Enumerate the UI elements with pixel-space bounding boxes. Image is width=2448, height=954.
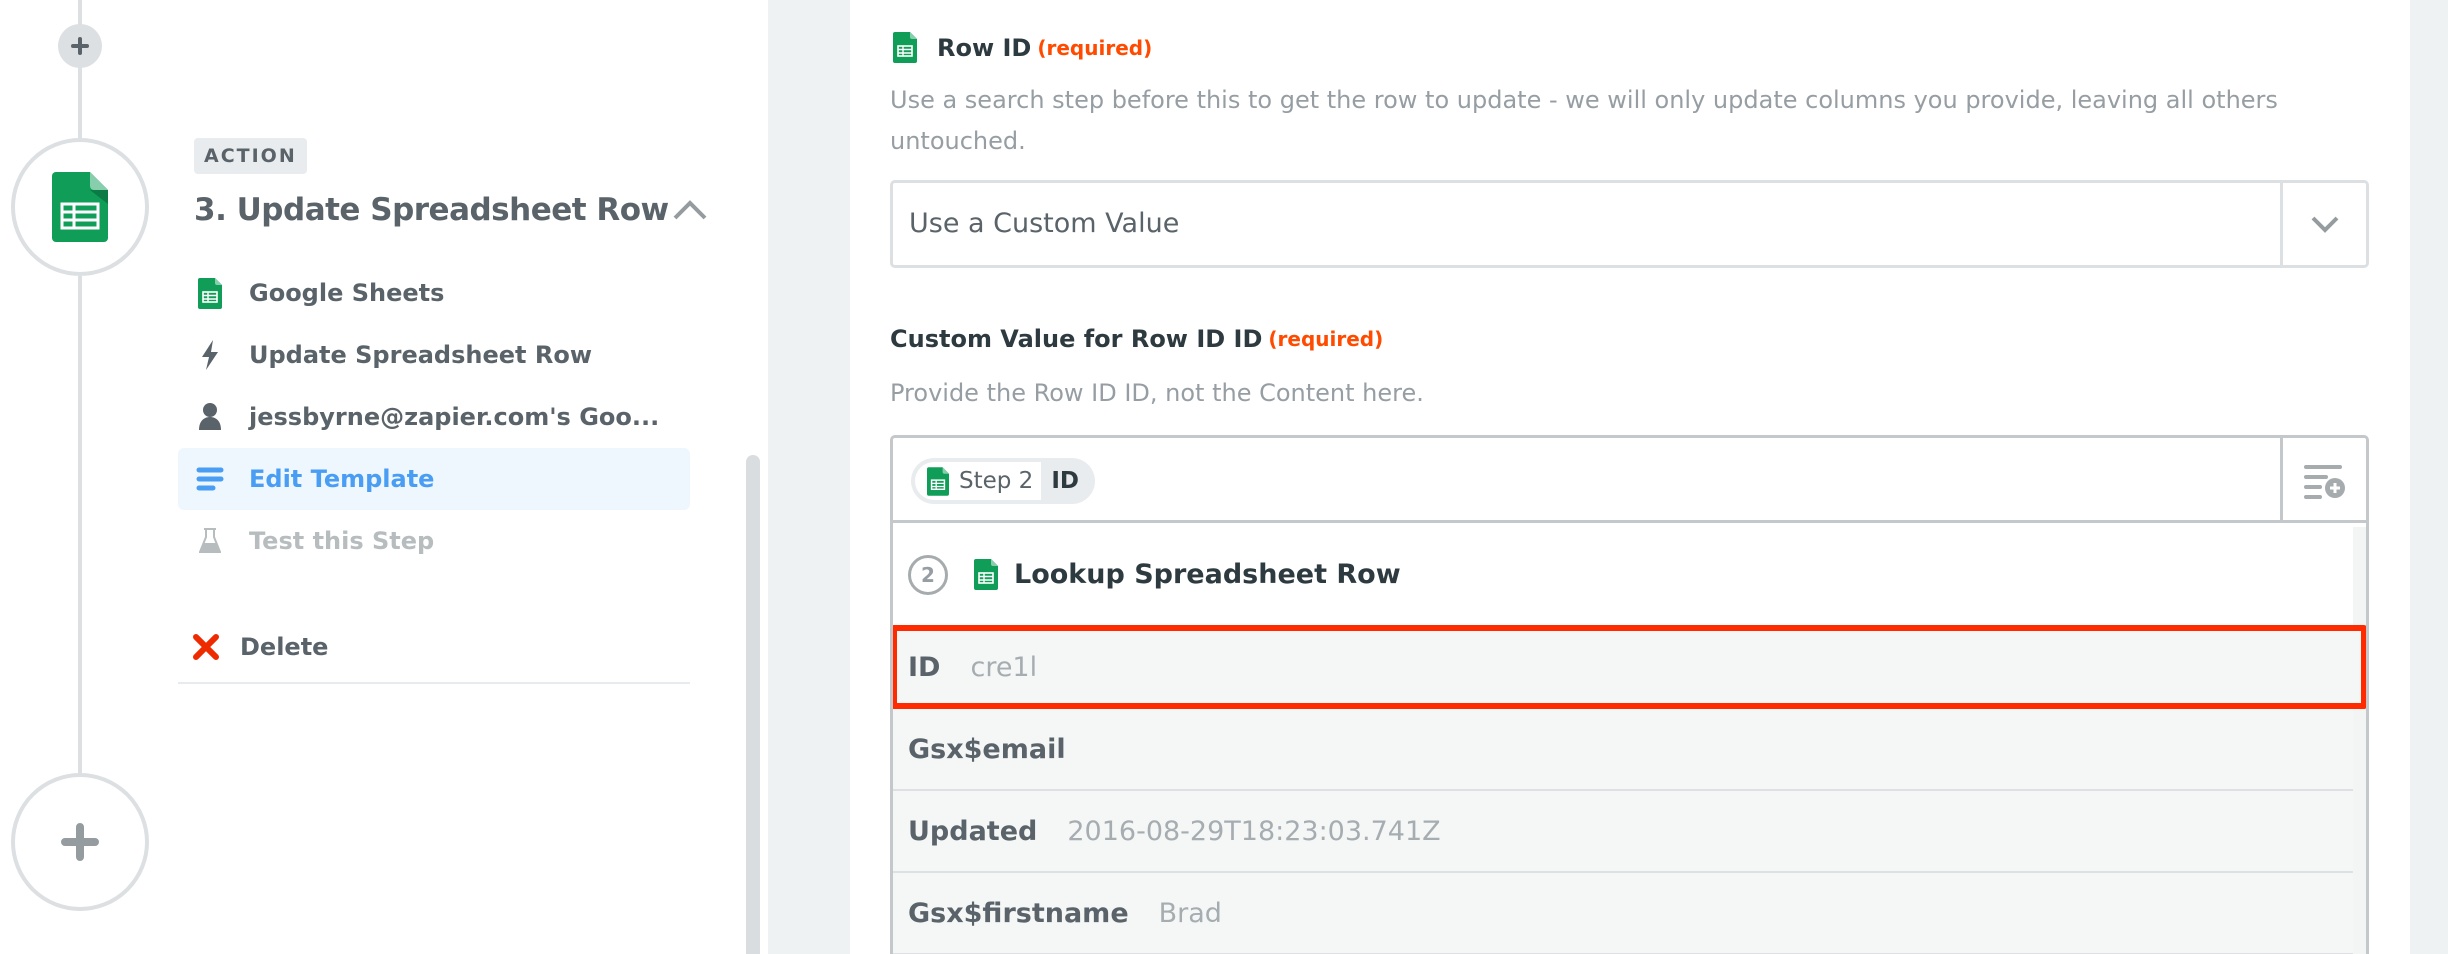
menu-item-label: Edit Template	[249, 465, 435, 493]
chevron-down-icon	[2311, 216, 2338, 233]
google-sheets-icon	[893, 32, 917, 63]
step-menu: Google Sheets Update Spreadsheet Row jes…	[178, 262, 690, 684]
add-step-button-bottom[interactable]	[11, 773, 149, 911]
field-option[interactable]: Gsx$firstname Brad	[893, 873, 2353, 954]
plus-icon	[71, 37, 89, 55]
field-picker-dropdown: 2 Lookup Spreadsheet Row ID cre1l Gsx$em…	[890, 520, 2369, 954]
lightning-bolt-icon	[196, 339, 224, 371]
menu-item-edit-template[interactable]: Edit Template	[178, 448, 690, 510]
row-id-select[interactable]: Use a Custom Value	[890, 180, 2369, 268]
option-key: Updated	[908, 815, 1038, 847]
chevron-up-icon[interactable]	[672, 198, 708, 222]
menu-item-label: Test this Step	[249, 527, 435, 555]
field-option[interactable]: ID cre1l	[893, 625, 2366, 709]
custom-value-help: Provide the Row ID ID, not the Content h…	[890, 379, 1424, 407]
step-app-icon[interactable]	[11, 138, 149, 276]
google-sheets-icon	[196, 277, 224, 309]
insert-field-icon	[2303, 464, 2345, 499]
step-group-title: Lookup Spreadsheet Row	[1014, 559, 1401, 590]
row-id-label: Row ID (required)	[893, 32, 1152, 63]
field-token-chip[interactable]: Step 2 ID	[911, 458, 1095, 504]
delete-step-button[interactable]: Delete	[178, 612, 690, 684]
field-label-text: Row ID	[937, 33, 1032, 62]
option-value: cre1l	[970, 651, 1038, 683]
add-step-button[interactable]	[58, 24, 102, 68]
custom-value-input[interactable]: Step 2 ID	[890, 435, 2369, 523]
option-key: ID	[908, 651, 941, 683]
menu-item-app[interactable]: Google Sheets	[178, 262, 690, 324]
menu-item-action[interactable]: Update Spreadsheet Row	[178, 324, 690, 386]
step-number-badge: 2	[908, 554, 948, 595]
timeline-line	[78, 0, 82, 140]
google-sheets-icon	[52, 172, 108, 242]
edit-template-form: Row ID (required) Use a search step befo…	[850, 0, 2410, 954]
step-title: 3. Update Spreadsheet Row	[194, 192, 669, 228]
chip-step: Step 2	[915, 462, 1042, 500]
field-option[interactable]: Updated 2016-08-29T18:23:03.741Z	[893, 791, 2353, 873]
step-group-header: 2 Lookup Spreadsheet Row	[893, 523, 2353, 626]
select-dropdown-toggle[interactable]	[2280, 183, 2366, 265]
sidebar-scrollbar[interactable]	[746, 455, 760, 954]
right-gutter	[2410, 0, 2448, 954]
option-value: Brad	[1158, 897, 1222, 929]
menu-item-label: Google Sheets	[249, 279, 445, 307]
dropdown-scrollbar[interactable]	[2353, 527, 2366, 954]
row-id-selected-value: Use a Custom Value	[909, 208, 1180, 239]
option-key: Gsx$firstname	[908, 897, 1129, 929]
flask-icon	[196, 525, 224, 557]
field-option[interactable]: Gsx$email	[893, 709, 2353, 791]
google-sheets-icon	[974, 559, 998, 590]
menu-item-account[interactable]: jessbyrne@zapier.com's Goo...	[178, 386, 690, 448]
menu-item-label: jessbyrne@zapier.com's Goo...	[249, 403, 660, 431]
chip-field-label: ID	[1051, 468, 1079, 494]
field-label-text: Custom Value for Row ID ID	[890, 325, 1263, 353]
required-indicator: (required)	[1268, 327, 1384, 351]
panel-divider	[768, 0, 850, 954]
close-x-icon	[192, 631, 220, 663]
insert-field-button[interactable]	[2280, 438, 2366, 523]
user-icon	[196, 401, 224, 433]
chip-step-label: Step 2	[959, 468, 1034, 494]
delete-label: Delete	[240, 633, 329, 661]
option-value: 2016-08-29T18:23:03.741Z	[1067, 815, 1441, 847]
row-id-help: Use a search step before this to get the…	[890, 86, 2278, 155]
menu-item-test-step[interactable]: Test this Step	[178, 510, 690, 572]
action-badge: ACTION	[194, 138, 307, 174]
list-lines-icon	[196, 463, 224, 495]
google-sheets-icon	[927, 466, 949, 496]
step-sidebar: ACTION 3. Update Spreadsheet Row Google …	[0, 0, 768, 954]
required-indicator: (required)	[1037, 35, 1153, 60]
custom-value-label: Custom Value for Row ID ID (required)	[890, 325, 1383, 353]
menu-item-label: Update Spreadsheet Row	[249, 341, 592, 369]
option-key: Gsx$email	[908, 733, 1066, 765]
timeline-line	[78, 276, 82, 776]
plus-icon	[61, 823, 99, 861]
